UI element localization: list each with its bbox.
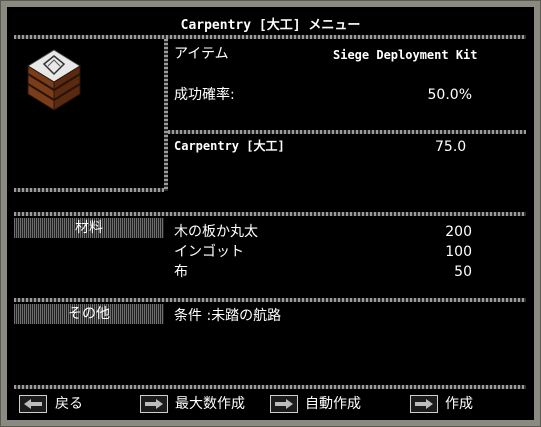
- divider: [168, 130, 526, 134]
- divider: [14, 385, 526, 389]
- crate-icon: [22, 44, 86, 114]
- material-qty: 100: [445, 244, 472, 260]
- divider: [14, 35, 526, 39]
- make-max-label[interactable]: 最大数作成: [175, 396, 245, 412]
- arrow-left-icon: [24, 399, 42, 409]
- condition-text: 条件 :未踏の航路: [174, 308, 282, 324]
- success-value: 50.0%: [427, 87, 472, 103]
- divider: [14, 298, 526, 302]
- arrow-right-icon: [145, 399, 163, 409]
- auto-make-button[interactable]: [270, 395, 298, 413]
- divider: [14, 188, 164, 192]
- material-qty: 50: [454, 264, 472, 280]
- make-max-button[interactable]: [140, 395, 168, 413]
- item-label: アイテム: [174, 46, 229, 62]
- make-label[interactable]: 作成: [445, 396, 473, 412]
- material-name: 木の板か丸太: [174, 224, 258, 240]
- back-button[interactable]: [19, 395, 47, 413]
- window-title: Carpentry [大工] メニュー: [180, 18, 361, 33]
- material-name: 布: [174, 264, 188, 280]
- materials-header: 材料: [75, 220, 103, 236]
- item-name: Siege Deployment Kit: [333, 48, 478, 62]
- material-qty: 200: [445, 224, 472, 240]
- back-label[interactable]: 戻る: [55, 396, 83, 412]
- make-button[interactable]: [410, 395, 438, 413]
- material-name: インゴット: [174, 244, 244, 260]
- success-label: 成功確率:: [174, 87, 235, 103]
- arrow-right-icon: [415, 399, 433, 409]
- arrow-right-icon: [275, 399, 293, 409]
- divider: [164, 39, 168, 191]
- other-header: その他: [68, 306, 110, 322]
- skill-value: 75.0: [435, 139, 467, 155]
- skill-name: Carpentry [大工]: [174, 139, 285, 153]
- divider: [14, 212, 526, 216]
- auto-make-label[interactable]: 自動作成: [305, 396, 361, 412]
